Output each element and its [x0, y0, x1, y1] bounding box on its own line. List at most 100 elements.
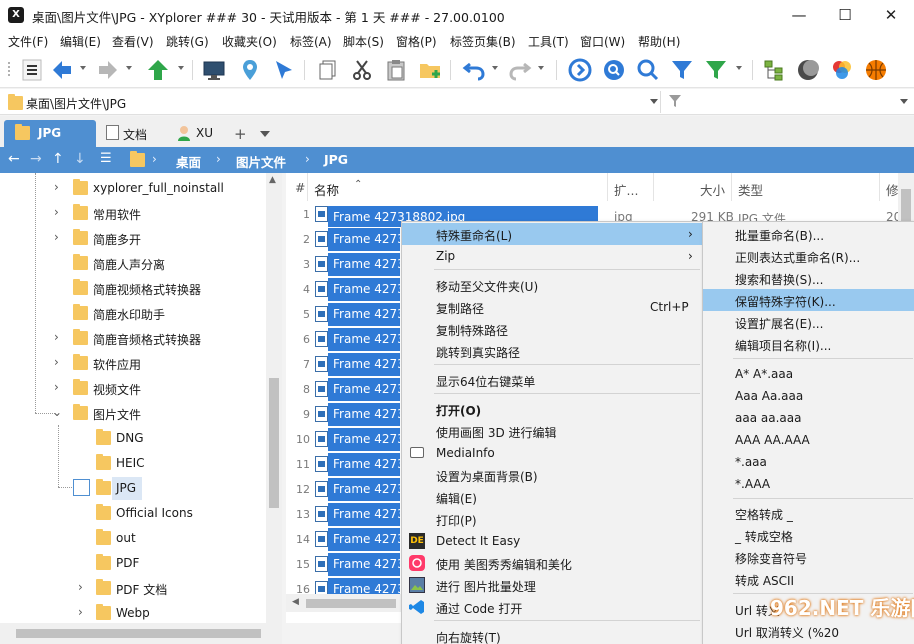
menu-item-batch-image[interactable]: 进行 图片批量处理 — [402, 574, 702, 596]
column-header-index[interactable]: # — [286, 173, 308, 201]
scissors-icon[interactable] — [350, 58, 374, 82]
forward-arrow-icon[interactable]: → — [30, 151, 42, 167]
forward-arrow-icon[interactable] — [96, 58, 120, 82]
menu-item-set-wallpaper[interactable]: 设置为桌面背景(B) — [402, 464, 702, 486]
tree-item[interactable]: HEIC — [0, 451, 266, 476]
breadcrumb-desktop[interactable]: 桌面 — [176, 152, 201, 171]
search-icon[interactable] — [636, 58, 660, 82]
menu-tags[interactable]: 标签(A) — [290, 33, 332, 50]
submenu-item-case-upper[interactable]: AAA AA.AAA — [703, 429, 914, 451]
address-path[interactable]: 桌面\图片文件\JPG — [26, 95, 126, 112]
scrollbar-thumb[interactable] — [269, 378, 279, 508]
filter-dropdown-icon[interactable] — [736, 66, 742, 70]
menu-help[interactable]: 帮助(H) — [638, 33, 680, 50]
scrollbar-thumb[interactable] — [16, 629, 261, 638]
tree-item[interactable]: 简鹿水印助手 — [0, 301, 266, 326]
minimize-button[interactable]: — — [776, 0, 822, 30]
redo-icon[interactable] — [508, 58, 532, 82]
back-arrow-icon[interactable] — [50, 58, 74, 82]
menu-window[interactable]: 窗口(W) — [580, 33, 625, 50]
tree-item-selected[interactable]: JPG — [0, 476, 266, 501]
tree-horizontal-scrollbar[interactable] — [0, 623, 282, 644]
breadcrumb-pictures[interactable]: 图片文件 — [236, 152, 286, 171]
submenu-item-batch-rename[interactable]: 批量重命名(B)... — [703, 223, 914, 245]
address-bar[interactable]: 桌面\图片文件\JPG — [0, 89, 914, 115]
list-menu-icon[interactable]: ☰ — [100, 151, 112, 166]
basketball-icon[interactable] — [864, 58, 888, 82]
menu-item-copy-special-path[interactable]: 复制特殊路径 — [402, 318, 702, 340]
column-header-name[interactable]: 名称 ⌃ — [308, 173, 608, 201]
menu-item-rotate-right[interactable]: 向右旋转(T) — [402, 625, 702, 644]
tree-item[interactable]: 简鹿视频格式转换器 — [0, 276, 266, 301]
menu-item-goto-real-path[interactable]: 跳转到真实路径 — [402, 340, 702, 362]
up-dropdown-icon[interactable] — [178, 66, 184, 70]
menu-item-move-to-parent[interactable]: 移动至父文件夹(U) — [402, 274, 702, 296]
up-arrow-icon[interactable]: ↑ — [52, 151, 64, 167]
main-menu-icon[interactable] — [20, 58, 44, 82]
tree-item[interactable]: Official Icons — [0, 501, 266, 526]
column-header-modified[interactable]: 修 — [880, 173, 900, 201]
submenu-item-remove-diacritics[interactable]: 移除变音符号 — [703, 546, 914, 568]
submenu-item-ext-lower[interactable]: *.aaa — [703, 451, 914, 473]
menu-item-edit-paint3d[interactable]: 使用画图 3D 进行编辑 — [402, 420, 702, 442]
submenu-item-to-ascii[interactable]: 转成 ASCII — [703, 568, 914, 590]
down-arrow-icon[interactable]: ↓ — [74, 151, 86, 167]
submenu-item-search-replace[interactable]: 搜索和替换(S)... — [703, 267, 914, 289]
submenu-item-case-lower[interactable]: aaa aa.aaa — [703, 407, 914, 429]
tree-item[interactable]: PDF — [0, 551, 266, 576]
close-button[interactable]: ✕ — [868, 0, 914, 30]
menu-item-copy-path[interactable]: 复制路径 Ctrl+P — [402, 296, 702, 318]
menu-item-print[interactable]: 打印(P) — [402, 508, 702, 530]
find-files-icon[interactable] — [602, 58, 626, 82]
breadcrumb-jpg[interactable]: JPG — [324, 152, 348, 167]
tree-item[interactable]: DNG — [0, 426, 266, 451]
menu-item-show-64bit-menu[interactable]: 显示64位右键菜单 — [402, 369, 702, 391]
submenu-item-set-extension[interactable]: 设置扩展名(E)... — [703, 311, 914, 333]
submenu-item-keep-special-chars[interactable]: 保留特殊字符(K)... — [703, 289, 914, 311]
menu-item-zip[interactable]: Zip › — [402, 245, 702, 267]
back-dropdown-icon[interactable] — [80, 66, 86, 70]
menu-item-open-vscode[interactable]: 通过 Code 打开 — [402, 596, 702, 618]
tree-item[interactable]: › 视频文件 — [0, 376, 266, 401]
tree-item[interactable]: ⌄ 图片文件 — [0, 401, 266, 426]
tree-vertical-scrollbar[interactable]: ▲ — [266, 173, 282, 623]
menu-item-special-rename[interactable]: 特殊重命名(L) › — [402, 223, 702, 245]
tree-item[interactable]: out — [0, 526, 266, 551]
column-header-ext[interactable]: 扩... — [608, 173, 654, 201]
submenu-item-case-a[interactable]: A* A*.aaa — [703, 363, 914, 385]
computer-icon[interactable] — [202, 58, 226, 82]
menu-item-meitu[interactable]: 使用 美图秀秀编辑和美化 — [402, 552, 702, 574]
tab-xu[interactable]: XU — [170, 120, 226, 147]
maximize-button[interactable]: ☐ — [822, 0, 868, 30]
tab-jpg[interactable]: JPG — [4, 120, 96, 147]
submenu-item-regex-rename[interactable]: 正则表达式重命名(R)... — [703, 245, 914, 267]
tree-item[interactable]: › 简鹿音频格式转换器 — [0, 326, 266, 351]
menu-file[interactable]: 文件(F) — [8, 33, 48, 50]
green-filter-icon[interactable] — [704, 58, 728, 82]
submenu-item-case-title[interactable]: Aaa Aa.aaa — [703, 385, 914, 407]
paste-icon[interactable] — [384, 58, 408, 82]
menu-item-edit[interactable]: 编辑(E) — [402, 486, 702, 508]
tree-item[interactable]: › 软件应用 — [0, 351, 266, 376]
menu-item-mediainfo[interactable]: MediaInfo — [402, 442, 702, 464]
scrollbar-thumb[interactable] — [306, 599, 396, 608]
submenu-item-spaces-to-underscore[interactable]: 空格转成 _ — [703, 502, 914, 524]
menu-view[interactable]: 查看(V) — [112, 33, 154, 50]
menu-edit[interactable]: 编辑(E) — [60, 33, 101, 50]
new-folder-icon[interactable] — [418, 58, 442, 82]
back-arrow-icon[interactable]: ← — [8, 151, 20, 167]
menu-tabsets[interactable]: 标签页集(B) — [450, 33, 516, 50]
undo-icon[interactable] — [462, 58, 486, 82]
filter-dropdown-icon[interactable] — [900, 99, 908, 104]
menu-scripting[interactable]: 脚本(S) — [343, 33, 384, 50]
tree-item[interactable]: › 常用软件 — [0, 201, 266, 226]
menu-panes[interactable]: 窗格(P) — [396, 33, 437, 50]
tree-item[interactable]: 简鹿人声分离 — [0, 251, 266, 276]
menu-tools[interactable]: 工具(T) — [528, 33, 569, 50]
submenu-item-underscore-to-spaces[interactable]: _ 转成空格 — [703, 524, 914, 546]
copy-icon[interactable] — [316, 58, 340, 82]
redo-dropdown-icon[interactable] — [538, 66, 544, 70]
up-arrow-icon[interactable] — [146, 58, 170, 82]
tree-structure-icon[interactable] — [762, 58, 786, 82]
filter-icon[interactable] — [670, 58, 694, 82]
